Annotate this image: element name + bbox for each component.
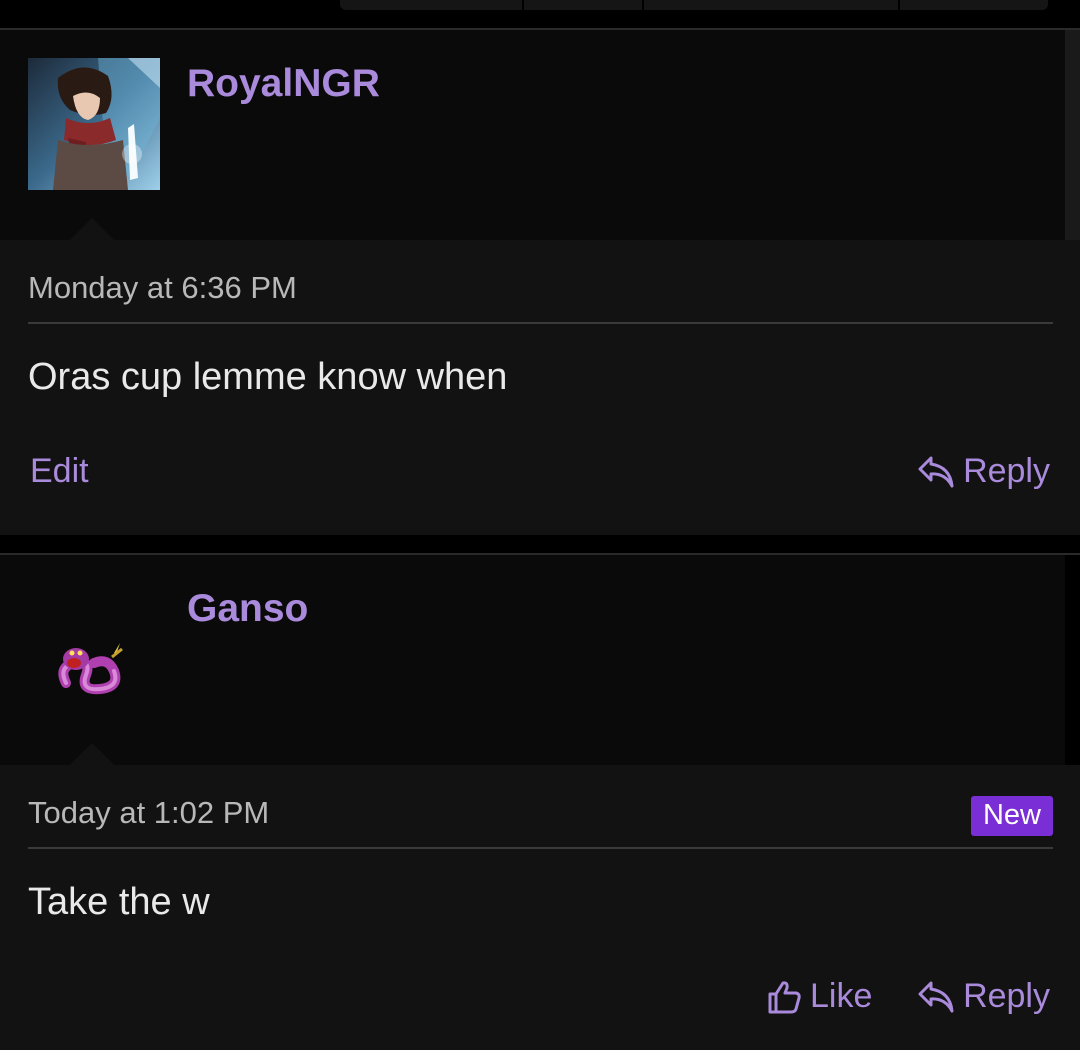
post-royalngr: RoyalNGR Monday at 6:36 PM Oras cup lemm… (0, 30, 1080, 535)
post-timestamp[interactable]: Monday at 6:36 PM (28, 270, 297, 306)
post-message: Take the w (28, 881, 210, 923)
nav-tabs (340, 0, 1048, 10)
post-message: Oras cup lemme know when (28, 356, 508, 398)
thumbs-up-icon (766, 979, 802, 1015)
reply-icon (917, 980, 955, 1014)
avatar[interactable] (28, 58, 160, 190)
post-divider (28, 322, 1053, 324)
post-user-block: Ganso (0, 555, 1065, 765)
reply-button[interactable]: Reply (917, 452, 1050, 491)
user-arrow (70, 743, 114, 765)
edit-button[interactable]: Edit (30, 452, 89, 491)
nav-tab-3[interactable] (644, 0, 900, 10)
snake-sprite-avatar-icon (58, 643, 123, 695)
avatar[interactable] (28, 583, 160, 715)
reply-label: Reply (963, 977, 1050, 1015)
like-button[interactable]: Like (766, 977, 872, 1016)
post-user-block: RoyalNGR (0, 30, 1065, 240)
nav-tab-4[interactable] (900, 0, 1048, 10)
user-arrow (70, 218, 114, 240)
post-ganso: Ganso Today at 1:02 PM New Take the w Li… (0, 555, 1080, 1050)
edit-label: Edit (30, 452, 89, 490)
reply-button[interactable]: Reply (917, 977, 1050, 1016)
post-timestamp[interactable]: Today at 1:02 PM (28, 795, 269, 831)
post-body: Monday at 6:36 PM Oras cup lemme know wh… (0, 240, 1080, 535)
nav-tab-1[interactable] (340, 0, 524, 10)
reply-label: Reply (963, 452, 1050, 490)
like-label: Like (810, 977, 873, 1015)
anime-character-avatar-icon (28, 58, 160, 190)
username[interactable]: Ganso (187, 587, 308, 631)
username[interactable]: RoyalNGR (187, 62, 380, 106)
post-divider (28, 847, 1053, 849)
post-body: Today at 1:02 PM New Take the w Like Rep… (0, 765, 1080, 1050)
top-nav-bar (0, 0, 1080, 28)
new-badge: New (970, 796, 1053, 836)
nav-tab-2[interactable] (524, 0, 644, 10)
reply-icon (917, 455, 955, 489)
